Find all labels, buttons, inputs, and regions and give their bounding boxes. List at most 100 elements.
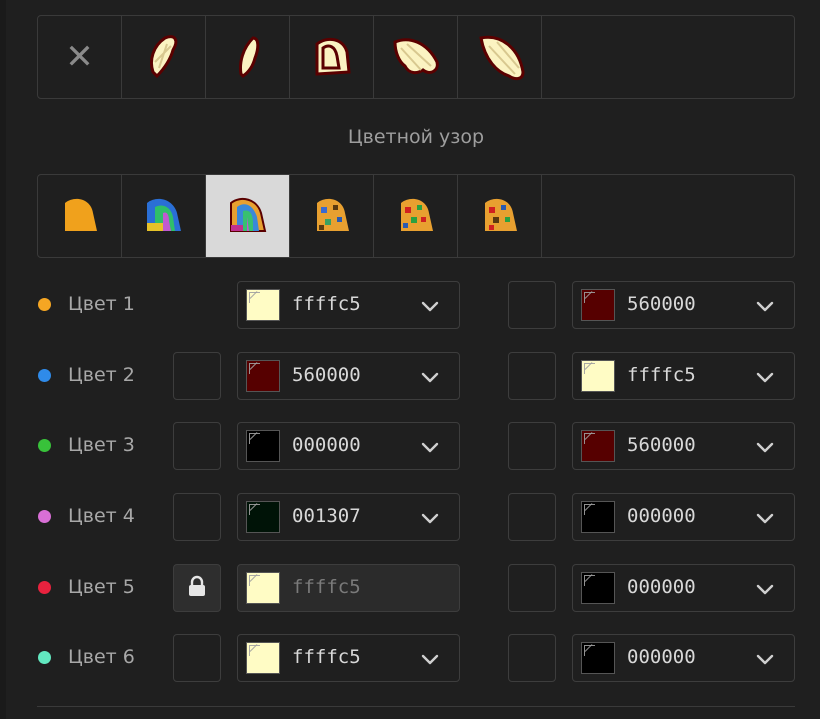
color-swatch [246, 501, 280, 533]
color-row-6: Цвет 6 ffffc5 000000 [0, 633, 820, 683]
hex-value: ffffc5 [292, 576, 361, 598]
wing-variant-2-icon [238, 36, 259, 78]
close-icon: ✕ [65, 37, 94, 77]
wing-variant-4-icon [392, 38, 439, 75]
hex-value: 560000 [627, 293, 696, 315]
color-dot [38, 369, 51, 382]
pattern-solid-icon [64, 198, 97, 231]
hex-value: 000000 [627, 576, 696, 598]
color-swatch [246, 289, 280, 321]
color-swatch [246, 642, 280, 674]
link-toggle-right[interactable] [508, 422, 556, 470]
right-color-select[interactable]: 000000 [572, 634, 795, 682]
link-toggle-right[interactable] [508, 564, 556, 612]
color-row-4: Цвет 4 001307 000000 [0, 492, 820, 542]
left-color-select[interactable]: ffffc5 [237, 634, 460, 682]
color-row-label: Цвет 5 [68, 576, 135, 598]
hex-value: 000000 [627, 646, 696, 668]
pattern-spots-icon [316, 198, 349, 231]
color-row-1: Цвет 1 ffffc5 560000 [0, 280, 820, 330]
wing-shape-strip: ✕ [37, 15, 795, 99]
color-swatch [246, 360, 280, 392]
color-row-label: Цвет 2 [68, 364, 135, 386]
pattern-option-5[interactable] [374, 175, 458, 257]
chevron-down-icon [754, 366, 776, 388]
hex-value: 560000 [292, 364, 361, 386]
color-row-5: Цвет 5 ffffc5 000000 [0, 563, 820, 613]
color-swatch [581, 501, 615, 533]
color-dot [38, 439, 51, 452]
color-pattern-strip [37, 174, 795, 258]
pattern-rainbow-2-icon [229, 197, 266, 232]
hex-value: 001307 [292, 505, 361, 527]
link-toggle-left[interactable] [173, 352, 221, 400]
color-row-2: Цвет 2 560000 ffffc5 [0, 351, 820, 401]
lock-toggle-button[interactable] [173, 564, 221, 612]
color-row-label: Цвет 6 [68, 646, 135, 668]
lock-icon [185, 574, 209, 602]
link-toggle-right[interactable] [508, 352, 556, 400]
pattern-option-4[interactable] [290, 175, 374, 257]
color-swatch [581, 572, 615, 604]
color-dot [38, 581, 51, 594]
pattern-option-2[interactable] [122, 175, 206, 257]
pattern-spots-3-icon [484, 198, 517, 231]
color-swatch [581, 289, 615, 321]
color-dot [38, 298, 51, 311]
hex-value: ffffc5 [627, 364, 696, 386]
wing-shape-option-1[interactable] [122, 16, 206, 98]
chevron-down-icon [754, 578, 776, 600]
right-color-select[interactable]: 000000 [572, 564, 795, 612]
chevron-down-icon [754, 507, 776, 529]
wing-shape-none-button[interactable]: ✕ [38, 16, 122, 98]
link-toggle-right[interactable] [508, 634, 556, 682]
wing-variant-5-icon [478, 35, 525, 81]
left-color-select: ffffc5 [237, 564, 460, 612]
chevron-down-icon [754, 648, 776, 670]
color-row-label: Цвет 4 [68, 505, 135, 527]
pattern-section-title: Цветной узор [347, 126, 485, 148]
right-color-select[interactable]: 560000 [572, 281, 795, 329]
color-row-3: Цвет 3 000000 560000 [0, 421, 820, 471]
pattern-spots-2-icon [400, 198, 433, 231]
bottom-divider [37, 706, 795, 707]
hex-value: 000000 [627, 505, 696, 527]
right-color-select[interactable]: 560000 [572, 422, 795, 470]
wing-shape-option-4[interactable] [374, 16, 458, 98]
chevron-down-icon [754, 295, 776, 317]
color-dot [38, 510, 51, 523]
right-color-select[interactable]: 000000 [572, 493, 795, 541]
hex-value: ffffc5 [292, 646, 361, 668]
color-swatch [581, 360, 615, 392]
color-swatch [581, 430, 615, 462]
wing-shape-option-5[interactable] [458, 16, 542, 98]
hex-value: 000000 [292, 434, 361, 456]
link-toggle-left[interactable] [173, 634, 221, 682]
link-toggle-right[interactable] [508, 281, 556, 329]
wing-shape-option-3[interactable] [290, 16, 374, 98]
left-color-select[interactable]: ffffc5 [237, 281, 460, 329]
left-color-select[interactable]: 001307 [237, 493, 460, 541]
chevron-down-icon [754, 436, 776, 458]
wing-variant-1-icon [149, 35, 177, 79]
left-color-select[interactable]: 560000 [237, 352, 460, 400]
wing-shape-option-2[interactable] [206, 16, 290, 98]
color-swatch [581, 642, 615, 674]
color-swatch [246, 572, 280, 604]
color-dot [38, 651, 51, 664]
link-toggle-right[interactable] [508, 493, 556, 541]
pattern-option-1[interactable] [38, 175, 122, 257]
pattern-option-6[interactable] [458, 175, 542, 257]
color-row-label: Цвет 3 [68, 434, 135, 456]
chevron-down-icon [419, 648, 441, 670]
chevron-down-icon [419, 366, 441, 388]
link-toggle-left[interactable] [173, 493, 221, 541]
chevron-down-icon [419, 295, 441, 317]
pattern-option-3[interactable] [206, 175, 290, 257]
left-color-select[interactable]: 000000 [237, 422, 460, 470]
link-toggle-left[interactable] [173, 422, 221, 470]
right-color-select[interactable]: ffffc5 [572, 352, 795, 400]
color-swatch [246, 430, 280, 462]
chevron-down-icon [419, 507, 441, 529]
hex-value: 560000 [627, 434, 696, 456]
